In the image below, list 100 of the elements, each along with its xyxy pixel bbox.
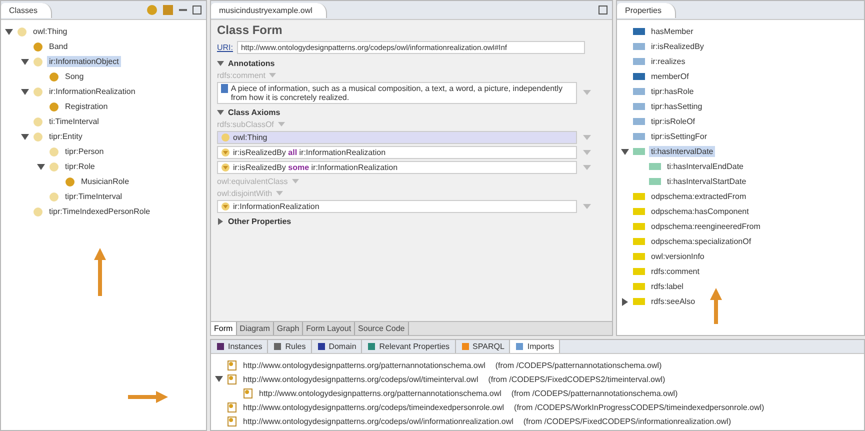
class-item[interactable]: tipr:TimeIndexedPersonRole (47, 206, 152, 217)
classes-tab[interactable]: Classes (1, 2, 52, 18)
property-item[interactable]: odpschema:extractedFrom (649, 191, 748, 202)
class-item[interactable]: owl:Thing (31, 26, 70, 37)
import-source: (from /CODEPS/FixedCODEPS2/timeinterval.owl) (488, 374, 666, 384)
import-item[interactable]: http://www.ontologydesignpatterns.org/patternannotationschema.owl (241, 360, 488, 370)
expand-triangle-icon[interactable] (621, 298, 629, 306)
section-title: Class Axioms (228, 108, 280, 117)
class-item[interactable]: tipr:Entity (47, 131, 84, 142)
value-field[interactable]: A piece of information, such as a musical composition, a text, a word, a picture, independently from how it is concretely realized. (217, 82, 577, 104)
class-item[interactable]: tipr:TimeInterval (63, 191, 124, 202)
rules-icon (273, 342, 282, 351)
form-tab[interactable]: Form Layout (303, 322, 356, 335)
property-item[interactable]: tipr:hasRole (649, 86, 696, 97)
ontology-file-icon (243, 388, 253, 398)
import-item[interactable]: http://www.ontologydesignpatterns.org/codeps/owl/informationrealization.owl (241, 416, 516, 426)
class-icon (221, 133, 230, 142)
file-tab[interactable]: musicindustryexample.owl (211, 2, 328, 18)
view-tab[interactable]: Relevant Properties (362, 340, 456, 353)
relevant-icon (367, 342, 376, 351)
value-field[interactable]: ir:isRealizedBy some ir:InformationRealization (217, 161, 577, 174)
ontology-file-icon (227, 374, 237, 384)
property-item[interactable]: owl:versionInfo (649, 251, 706, 262)
class-item[interactable]: Registration (63, 101, 110, 112)
property-item[interactable]: tipr:isSettingFor (649, 131, 710, 142)
expand-triangle-icon[interactable] (21, 132, 29, 140)
view-tab[interactable]: Domain (312, 340, 362, 353)
form-title: Class Form (217, 23, 284, 37)
restriction-icon (221, 202, 230, 211)
annotation-icon (221, 84, 228, 93)
property-item[interactable]: memberOf (649, 71, 691, 82)
property-item[interactable]: odpschema:hasComponent (649, 206, 751, 217)
property-label: rdfs:subClassOf (217, 120, 274, 129)
class-item[interactable]: tipr:Role (63, 161, 97, 172)
form-tab[interactable]: Graph (274, 322, 304, 335)
uri-link[interactable]: URI: (217, 43, 233, 52)
import-item[interactable]: http://www.ontologydesignpatterns.org/codeps/owl/timeinterval.owl (241, 374, 480, 384)
import-item[interactable]: http://www.ontologydesignpatterns.org/patternannotationschema.owl (257, 388, 504, 398)
ontology-file-icon (227, 402, 237, 412)
property-item[interactable]: hasMember (649, 26, 696, 37)
section-title: Other Properties (228, 217, 292, 226)
property-item[interactable]: ti:hasIntervalStartDate (665, 176, 748, 187)
domain-icon (316, 342, 326, 351)
form-tab[interactable]: Diagram (236, 322, 274, 335)
property-item[interactable]: rdfs:seeAlso (649, 296, 698, 307)
view-tab[interactable]: Imports (510, 340, 560, 353)
property-label: owl:equivalentClass (217, 177, 288, 186)
property-item[interactable]: ti:hasIntervalDate (649, 146, 716, 157)
view-tab[interactable]: Instances (211, 340, 268, 353)
property-item[interactable]: ir:isRealizedBy (649, 41, 706, 52)
value-field[interactable]: ir:isRealizedBy all ir:InformationRealization (217, 146, 577, 159)
class-item[interactable]: tipr:Person (63, 146, 106, 157)
section-toggle-icon[interactable] (217, 60, 224, 67)
value-field[interactable]: owl:Thing (217, 131, 577, 144)
arrow-drawing (710, 288, 722, 324)
maximize-icon[interactable] (192, 5, 202, 15)
property-item[interactable]: odpschema:reengineeredFrom (649, 221, 762, 232)
import-item[interactable]: http://www.ontologydesignpatterns.org/codeps/timeindexedpersonrole.owl (241, 402, 506, 412)
class-item[interactable]: ir:InformationObject (47, 56, 121, 67)
expand-triangle-icon[interactable] (215, 375, 223, 383)
import-source: (from /CODEPS/FixedCODEPS/informationrealization.owl) (523, 416, 731, 426)
section-toggle-icon[interactable] (217, 218, 224, 225)
property-item[interactable]: tipr:hasSetting (649, 101, 704, 112)
class-item[interactable]: MusicianRole (79, 176, 132, 187)
property-item[interactable]: tipr:isRoleOf (649, 116, 698, 127)
expand-triangle-icon[interactable] (5, 28, 13, 36)
imports-icon (515, 342, 524, 351)
class-item[interactable]: Song (63, 71, 86, 82)
ontology-file-icon (227, 360, 237, 370)
section-title: Annotations (228, 59, 275, 68)
property-label: rdfs:comment (217, 71, 266, 80)
form-tab[interactable]: Source Code (355, 322, 409, 335)
expand-triangle-icon[interactable] (21, 88, 29, 96)
property-item[interactable]: ir:realizes (649, 56, 688, 67)
value-field[interactable]: ir:InformationRealization (217, 200, 577, 213)
property-item[interactable]: rdfs:label (649, 281, 686, 292)
property-item[interactable]: odpschema:specializationOf (649, 236, 754, 247)
form-tab[interactable]: Form (211, 322, 237, 335)
expand-triangle-icon[interactable] (21, 58, 29, 66)
import-source: (from /CODEPS/patternannotationschema.owl) (511, 388, 678, 398)
maximize-icon[interactable] (598, 5, 608, 15)
import-source: (from /CODEPS/patternannotationschema.owl) (495, 360, 662, 370)
expand-triangle-icon[interactable] (37, 162, 45, 170)
restriction-icon (221, 148, 230, 157)
properties-tab[interactable]: Properties (617, 2, 676, 18)
instances-icon (216, 342, 225, 351)
property-item[interactable]: rdfs:comment (649, 266, 702, 277)
property-item[interactable]: ti:hasIntervalEndDate (665, 161, 746, 172)
expand-triangle-icon[interactable] (621, 148, 629, 156)
arrow-drawing (128, 391, 168, 403)
property-label: owl:disjointWith (217, 189, 272, 198)
section-toggle-icon[interactable] (217, 109, 224, 116)
ontology-file-icon (227, 416, 237, 426)
view-tab[interactable]: Rules (268, 340, 312, 353)
sparql-icon (460, 342, 470, 351)
import-source: (from /CODEPS/WorkInProgressCODEPS/timeindexedpersonrole.owl) (514, 402, 764, 412)
class-item[interactable]: Band (47, 41, 70, 52)
arrow-drawing (94, 248, 106, 296)
class-item[interactable]: ti:TimeInterval (47, 116, 101, 127)
class-item[interactable]: ir:InformationRealization (47, 86, 138, 97)
